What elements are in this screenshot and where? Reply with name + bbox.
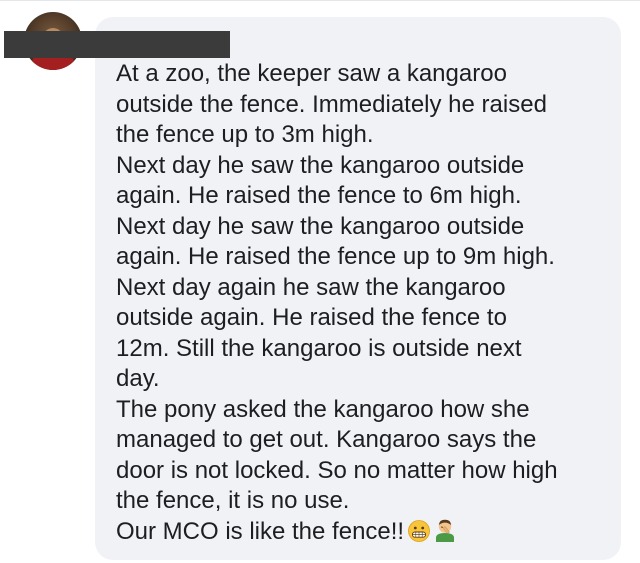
comment-line: outside again. He raised the fence to bbox=[116, 304, 507, 331]
comment-line: outside the fence. Immediately he raised bbox=[116, 90, 547, 118]
comment-screenshot: At a zoo, the keeper saw a kangaroo outs… bbox=[0, 0, 640, 563]
redacted-author-name bbox=[4, 31, 230, 58]
comment-text: At a zoo, the keeper saw a kangaroo outs… bbox=[116, 59, 611, 550]
comment-line: again. He raised the fence to 6m high. bbox=[116, 182, 522, 209]
comment-line: Next day he saw the kangaroo outside bbox=[116, 212, 525, 240]
comment-line: 12m. Still the kangaroo is outside next bbox=[116, 334, 522, 362]
comment-line: Next day he saw the kangaroo outside bbox=[116, 151, 525, 179]
comment-line: Our MCO is like the fence!! bbox=[116, 517, 405, 545]
divider bbox=[0, 0, 640, 1]
comment-line: At a zoo, the keeper saw a kangaroo bbox=[116, 60, 507, 87]
comment-line: The pony asked the kangaroo how she bbox=[116, 395, 530, 423]
comment-line: day. bbox=[116, 365, 160, 392]
grimacing-face-emoji bbox=[408, 519, 430, 551]
comment-line: the fence up to 3m high. bbox=[116, 121, 374, 148]
comment-line: managed to get out. Kangaroo says the bbox=[116, 426, 537, 453]
comment-line: Next day again he saw the kangaroo bbox=[116, 273, 506, 301]
comment-line: the fence, it is no use. bbox=[116, 487, 350, 514]
man-facepalming-emoji bbox=[434, 518, 456, 551]
comment-line: again. He raised the fence up to 9m high… bbox=[116, 243, 555, 270]
comment-line: door is not locked. So no matter how hig… bbox=[116, 456, 558, 484]
comment-last-line: Our MCO is like the fence!! bbox=[116, 517, 611, 551]
